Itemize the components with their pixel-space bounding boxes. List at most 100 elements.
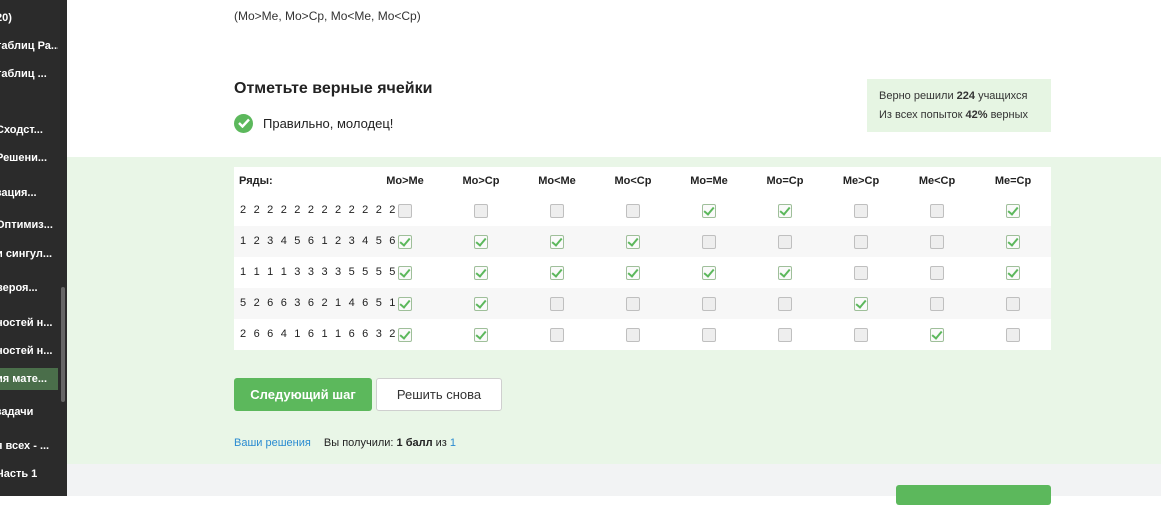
answer-checkbox[interactable]	[930, 328, 944, 342]
next-step-button[interactable]: Следующий шаг	[234, 378, 372, 411]
answer-checkbox[interactable]	[930, 266, 944, 280]
sidebar-item-label: ностей н...	[0, 345, 53, 357]
answer-checkbox[interactable]	[398, 297, 412, 311]
sidebar-item[interactable]: зация...	[0, 182, 58, 204]
sidebar-item-label: задачи	[0, 406, 34, 418]
answer-checkbox[interactable]	[474, 297, 488, 311]
sidebar-item-label: Оптимиз...	[0, 219, 53, 231]
answer-checkbox[interactable]	[474, 204, 488, 218]
score-total: 1	[449, 437, 457, 449]
answer-checkbox[interactable]	[626, 235, 640, 249]
answer-checkbox[interactable]	[550, 297, 564, 311]
column-header: Me<Cp	[918, 175, 956, 187]
answer-checkbox[interactable]	[702, 297, 716, 311]
answer-checkbox[interactable]	[398, 266, 412, 280]
sidebar-item-label: ностей н...	[0, 317, 53, 329]
correct-message: Правильно, молодец!	[263, 115, 394, 131]
sidebar-item[interactable]: таблиц ...	[0, 63, 58, 85]
answer-checkbox[interactable]	[626, 266, 640, 280]
stats-solved-suffix: учащихся	[975, 90, 1028, 102]
sidebar-item[interactable]: и сингул...	[0, 243, 58, 265]
stats-percent-suffix: верных	[987, 109, 1029, 121]
bottom-green-button[interactable]	[896, 485, 1051, 505]
answer-checkbox[interactable]	[778, 235, 792, 249]
stats-percent-prefix: Из всех попыток	[879, 109, 966, 121]
answer-checkbox[interactable]	[702, 235, 716, 249]
answer-checkbox[interactable]	[854, 204, 868, 218]
answer-checkbox[interactable]	[854, 328, 868, 342]
result-footer: Ваши решения Вы получили: 1 балл из 1	[234, 437, 456, 449]
answer-checkbox[interactable]	[550, 235, 564, 249]
answer-checkbox[interactable]	[1006, 204, 1020, 218]
sidebar-item[interactable]: 20)	[0, 7, 58, 29]
column-header: Mo>Cp	[462, 175, 500, 187]
question-options-text: (Mo>Me, Mo>Cp, Mo<Me, Mo<Cp)	[234, 9, 421, 23]
score-mid: из	[432, 437, 450, 449]
answer-checkbox[interactable]	[626, 328, 640, 342]
sidebar-scrollbar[interactable]	[61, 287, 65, 402]
answer-checkbox[interactable]	[474, 266, 488, 280]
answer-checkbox[interactable]	[702, 266, 716, 280]
stats-box: Верно решили 224 учащихся Из всех попыто…	[867, 79, 1051, 132]
answer-checkbox[interactable]	[398, 204, 412, 218]
sidebar-item-label: таблиц Ра...	[0, 40, 58, 52]
stats-solved-count: 224	[956, 90, 976, 102]
sidebar-item[interactable]: Сходст...	[0, 119, 58, 141]
answer-checkbox[interactable]	[474, 235, 488, 249]
answer-checkbox[interactable]	[474, 328, 488, 342]
answer-checkbox[interactable]	[1006, 328, 1020, 342]
column-header: Mo=Cp	[766, 175, 804, 187]
answer-checkbox[interactable]	[398, 328, 412, 342]
your-solutions-link[interactable]: Ваши решения	[234, 437, 311, 449]
sidebar-item-label: Часть 1	[0, 468, 38, 480]
sidebar-item[interactable]: таблиц Ра...	[0, 35, 58, 57]
table-row: 2 2 2 2 2 2 2 2 2 2 2 2	[234, 195, 1051, 226]
answer-checkbox[interactable]	[854, 266, 868, 280]
answer-checkbox[interactable]	[778, 297, 792, 311]
sidebar-item[interactable]: вероя...	[0, 277, 58, 299]
stats-solved-prefix: Верно решили	[879, 90, 957, 102]
solve-again-button[interactable]: Решить снова	[376, 378, 502, 411]
answer-checkbox[interactable]	[550, 266, 564, 280]
answer-checkbox[interactable]	[778, 328, 792, 342]
answer-checkbox[interactable]	[1006, 235, 1020, 249]
sidebar-item-label: Сходст...	[0, 124, 43, 136]
answer-checkbox[interactable]	[930, 235, 944, 249]
answer-checkbox[interactable]	[1006, 266, 1020, 280]
sidebar-item[interactable]: Часть 1	[0, 463, 58, 485]
score-value: 1 балл	[396, 437, 433, 449]
answer-checkbox[interactable]	[626, 204, 640, 218]
answer-checkbox[interactable]	[626, 297, 640, 311]
stats-percent-value: 42%	[965, 109, 988, 121]
row-series-label: 2 2 2 2 2 2 2 2 2 2 2 2	[240, 204, 398, 216]
column-header: Mo=Me	[690, 175, 728, 187]
sidebar-item[interactable]: я всех - ...	[0, 435, 58, 457]
stats-solved-line: Верно решили 224 учащихся	[879, 90, 1027, 102]
answer-checkbox[interactable]	[778, 204, 792, 218]
sidebar-item[interactable]: Решени...	[0, 147, 58, 169]
answer-checkbox[interactable]	[930, 297, 944, 311]
column-header: Mo>Me	[386, 175, 424, 187]
sidebar-item-label: 20)	[0, 12, 12, 24]
row-series-label: 2 6 6 4 1 6 1 1 6 6 3 2	[240, 328, 398, 340]
answer-checkbox[interactable]	[398, 235, 412, 249]
answer-checkbox[interactable]	[702, 204, 716, 218]
answer-checkbox[interactable]	[550, 328, 564, 342]
sidebar-item[interactable]: Оптимиз...	[0, 214, 58, 236]
answer-checkbox[interactable]	[854, 235, 868, 249]
sidebar-item[interactable]: ия мате...	[0, 368, 58, 390]
row-series-label: 1 1 1 1 3 3 3 3 5 5 5 5	[240, 266, 398, 278]
sidebar-item[interactable]: ностей н...	[0, 340, 58, 362]
answer-checkbox[interactable]	[702, 328, 716, 342]
correct-feedback: Правильно, молодец!	[234, 113, 393, 133]
answer-checkbox[interactable]	[778, 266, 792, 280]
answer-checkbox[interactable]	[930, 204, 944, 218]
answer-checkbox[interactable]	[854, 297, 868, 311]
bottom-bar	[67, 464, 1161, 505]
sidebar-item-label: Решени...	[0, 152, 48, 164]
sidebar-item[interactable]: задачи	[0, 401, 58, 423]
answer-checkbox[interactable]	[1006, 297, 1020, 311]
sidebar-item[interactable]: ностей н...	[0, 312, 58, 334]
answer-checkbox[interactable]	[550, 204, 564, 218]
table-row: 2 6 6 4 1 6 1 1 6 6 3 2	[234, 319, 1051, 350]
